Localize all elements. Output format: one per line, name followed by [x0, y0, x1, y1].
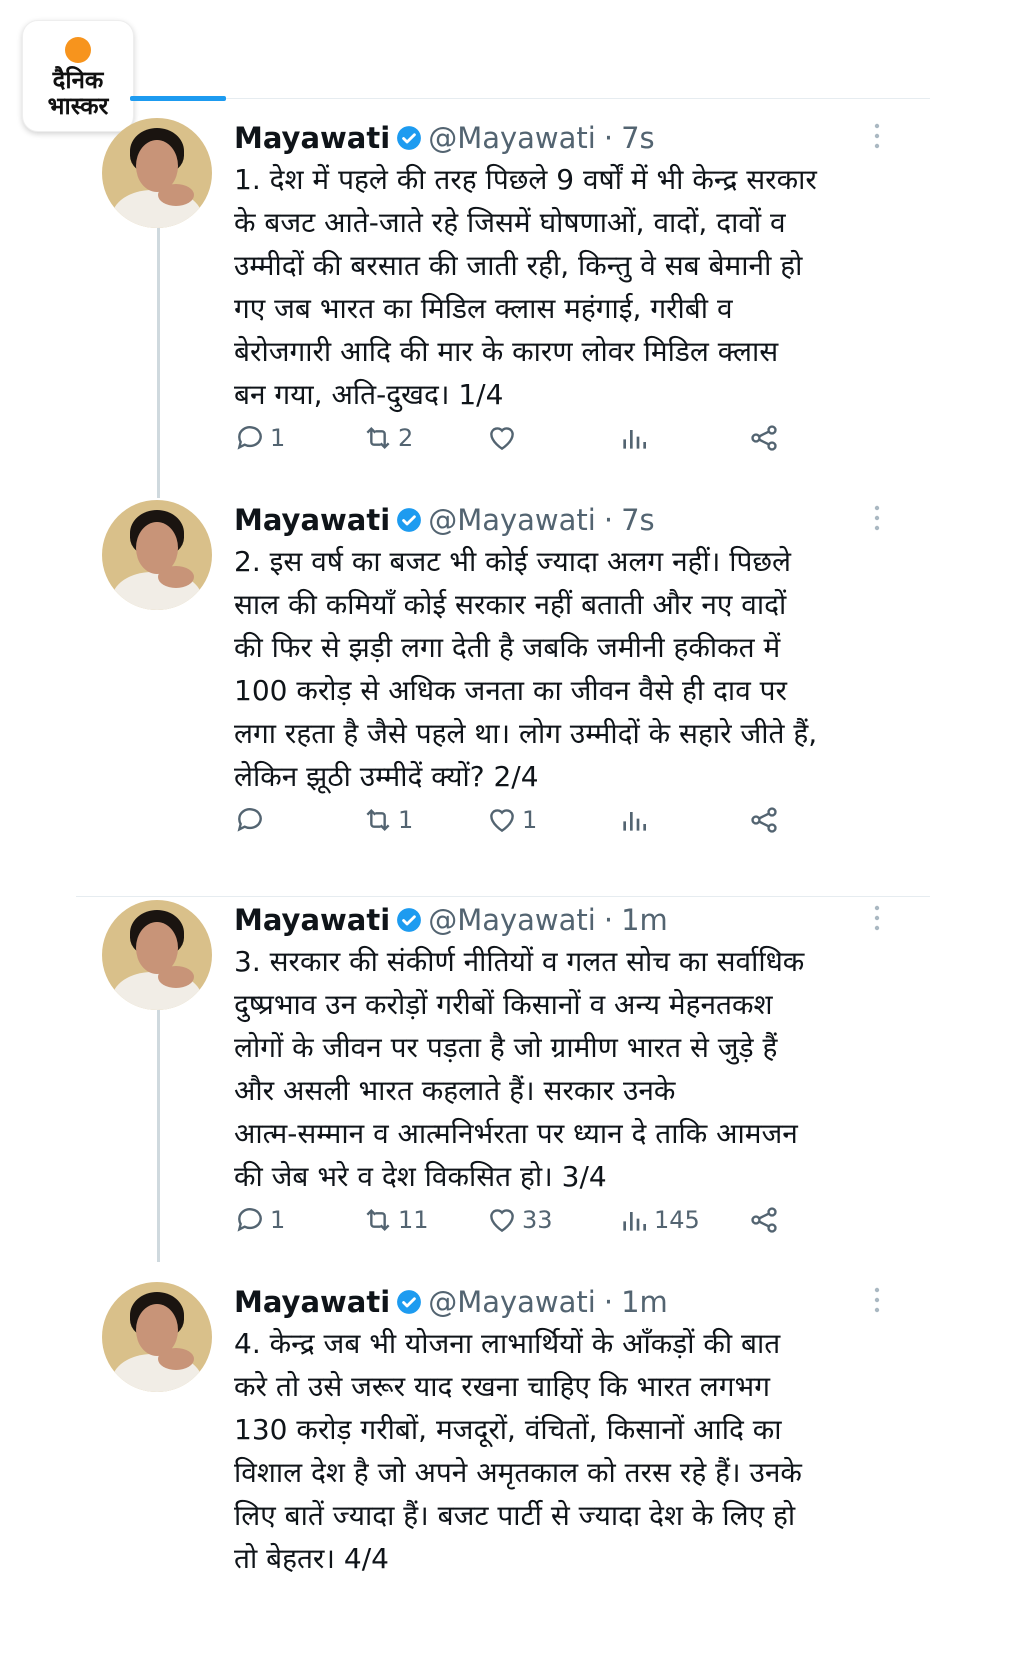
retweet-button[interactable]: 11 — [362, 1200, 429, 1240]
reply-button[interactable] — [234, 800, 270, 840]
thread-connector — [157, 992, 160, 1262]
tweet-header: Mayawati @Mayawati · 7s — [234, 500, 655, 540]
reply-icon — [237, 1208, 262, 1232]
like-button[interactable]: 33 — [486, 1200, 553, 1240]
retweet-count: 1 — [398, 806, 414, 834]
logo-line-1: दैनिक — [52, 66, 104, 94]
verified-badge-icon — [397, 508, 422, 532]
tweet-actions: 1 2 — [234, 418, 834, 458]
retweet-icon — [366, 1208, 390, 1232]
dainik-bhaskar-logo: दैनिक भास्कर — [22, 20, 134, 132]
heart-icon — [490, 1209, 514, 1233]
tab-indicator — [130, 96, 226, 101]
tweet-text: 1. देश में पहले की तरह पिछले 9 वर्षों मे… — [234, 163, 817, 411]
verified-badge-icon — [397, 126, 422, 150]
view-count: 145 — [654, 1206, 700, 1234]
avatar[interactable] — [102, 1282, 212, 1392]
top-divider — [130, 98, 930, 99]
author-handle[interactable]: @Mayawati — [428, 503, 596, 537]
like-count: 1 — [522, 806, 538, 834]
timestamp[interactable]: 1m — [621, 903, 668, 937]
more-options-icon[interactable] — [874, 904, 880, 932]
verified-badge-icon — [397, 908, 422, 932]
tweet-header: Mayawati @Mayawati · 7s — [234, 118, 655, 158]
reply-button[interactable]: 1 — [234, 1200, 285, 1240]
separator-dot: · — [603, 903, 614, 937]
avatar[interactable] — [102, 900, 212, 1010]
author-handle[interactable]: @Mayawati — [428, 1285, 596, 1319]
tweet-divider — [76, 896, 930, 897]
retweet-count: 2 — [398, 424, 414, 452]
more-options-icon[interactable] — [874, 1286, 880, 1314]
author-name[interactable]: Mayawati — [234, 121, 390, 155]
avatar[interactable] — [102, 118, 212, 228]
analytics-icon — [623, 1212, 646, 1231]
views-button[interactable]: 145 — [618, 1200, 700, 1240]
reply-count: 1 — [270, 424, 286, 452]
more-options-icon[interactable] — [874, 122, 880, 150]
logo-line-2: भास्कर — [47, 92, 109, 120]
share-icon — [751, 1207, 777, 1233]
separator-dot: · — [603, 121, 614, 155]
views-button[interactable] — [618, 418, 654, 458]
tweet-actions: 1 1 — [234, 800, 834, 840]
more-options-icon[interactable] — [874, 504, 880, 532]
timestamp[interactable]: 1m — [621, 1285, 668, 1319]
reply-icon — [237, 808, 262, 832]
analytics-icon — [623, 812, 646, 831]
author-handle[interactable]: @Mayawati — [428, 121, 596, 155]
retweet-count: 11 — [398, 1206, 429, 1234]
heart-icon — [490, 809, 514, 833]
avatar[interactable] — [102, 500, 212, 610]
separator-dot: · — [603, 503, 614, 537]
timestamp[interactable]: 7s — [621, 503, 655, 537]
author-name[interactable]: Mayawati — [234, 1285, 390, 1319]
thread-connector — [157, 228, 160, 498]
share-button[interactable] — [748, 800, 780, 840]
verified-badge-icon — [397, 1290, 422, 1314]
tweet-actions: 1 11 33 145 — [234, 1200, 834, 1240]
timestamp[interactable]: 7s — [621, 121, 655, 155]
retweet-button[interactable]: 1 — [362, 800, 413, 840]
retweet-button[interactable]: 2 — [362, 418, 413, 458]
heart-icon — [490, 427, 514, 451]
tweet-text: 2. इस वर्ष का बजट भी कोई ज्यादा अलग नहीं… — [234, 545, 818, 793]
sun-icon — [65, 37, 91, 63]
tweet-text: 4. केन्द्र जब भी योजना लाभार्थियों के आँ… — [234, 1327, 802, 1575]
like-button[interactable]: 1 — [486, 800, 537, 840]
tweet-header: Mayawati @Mayawati · 1m — [234, 1282, 668, 1322]
reply-icon — [237, 426, 262, 450]
separator-dot: · — [603, 1285, 614, 1319]
share-button[interactable] — [748, 418, 780, 458]
reply-button[interactable]: 1 — [234, 418, 285, 458]
tweet-text: 3. सरकार की संकीर्ण नीतियों व गलत सोच का… — [234, 945, 805, 1193]
views-button[interactable] — [618, 800, 654, 840]
retweet-icon — [366, 426, 390, 450]
like-button[interactable] — [486, 418, 522, 458]
author-name[interactable]: Mayawati — [234, 503, 390, 537]
share-button[interactable] — [748, 1200, 780, 1240]
retweet-icon — [366, 808, 390, 832]
author-name[interactable]: Mayawati — [234, 903, 390, 937]
author-handle[interactable]: @Mayawati — [428, 903, 596, 937]
analytics-icon — [623, 430, 646, 449]
reply-count: 1 — [270, 1206, 286, 1234]
tweet-header: Mayawati @Mayawati · 1m — [234, 900, 668, 940]
share-icon — [751, 425, 777, 451]
share-icon — [751, 807, 777, 833]
like-count: 33 — [522, 1206, 553, 1234]
